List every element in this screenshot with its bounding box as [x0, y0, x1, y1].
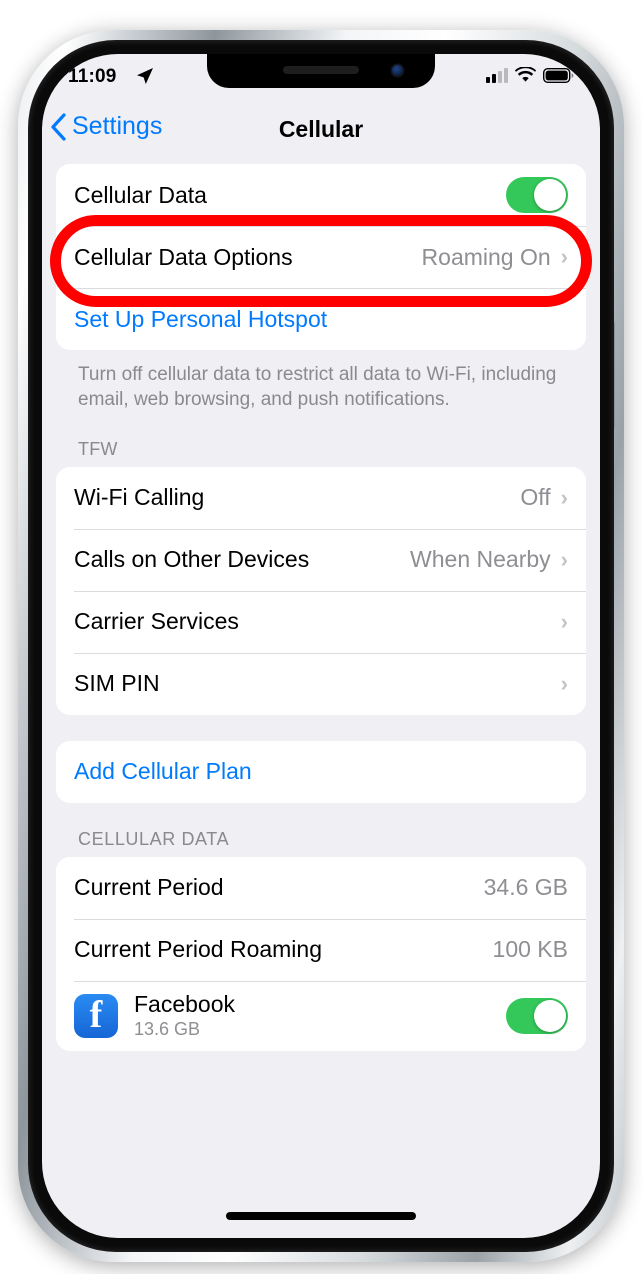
row-cellular-data-options-label: Cellular Data Options: [74, 243, 293, 270]
row-set-up-personal-hotspot[interactable]: Set Up Personal Hotspot: [56, 288, 586, 350]
row-add-cellular-plan-label: Add Cellular Plan: [74, 758, 252, 785]
row-current-period-value: 34.6 GB: [483, 874, 568, 901]
toggle-knob: [534, 999, 566, 1032]
row-current-period-roaming: Current Period Roaming 100 KB: [56, 918, 586, 981]
row-cellular-data-options[interactable]: Cellular Data Options Roaming On ›: [56, 226, 586, 288]
cellular-data-footer-note: Turn off cellular data to restrict all d…: [78, 364, 557, 411]
row-sim-pin-label: SIM PIN: [74, 670, 160, 697]
cellular-data-usage-card: Current Period 34.6 GB Current Period Ro…: [56, 856, 586, 1051]
row-wifi-calling-value: Off: [520, 484, 551, 511]
status-time: 11:09: [68, 66, 117, 87]
row-current-period-roaming-value: 100 KB: [492, 936, 568, 963]
app-size-facebook: 13.6 GB: [134, 1019, 201, 1040]
row-carrier-services-label: Carrier Services: [74, 608, 239, 635]
row-wifi-calling-label: Wi-Fi Calling: [74, 484, 205, 511]
section-header-cellular-data: CELLULAR DATA: [78, 828, 230, 849]
row-current-period-roaming-label: Current Period Roaming: [74, 936, 323, 963]
row-cellular-data-options-value: Roaming On: [421, 243, 551, 270]
row-calls-on-other-devices[interactable]: Calls on Other Devices When Nearby ›: [56, 528, 586, 591]
row-carrier-services[interactable]: Carrier Services ›: [56, 590, 586, 653]
cellular-signal-icon: [486, 67, 508, 83]
row-current-period: Current Period 34.6 GB: [56, 856, 586, 919]
row-cellular-data[interactable]: Cellular Data: [56, 164, 586, 226]
chevron-right-icon: ›: [560, 484, 568, 510]
row-app-facebook[interactable]: f Facebook 13.6 GB: [56, 980, 586, 1051]
row-current-period-label: Current Period: [74, 874, 224, 901]
iphone-device-frame: 11:09 Settings Cellular Cellular Data Ce…: [18, 30, 624, 1262]
facebook-cellular-toggle[interactable]: [506, 997, 568, 1034]
earpiece-speaker-icon: [283, 66, 359, 74]
carrier-card: Wi-Fi Calling Off › Calls on Other Devic…: [56, 466, 586, 715]
chevron-right-icon: ›: [560, 670, 568, 696]
toggle-knob: [534, 179, 566, 211]
row-wifi-calling[interactable]: Wi-Fi Calling Off ›: [56, 466, 586, 529]
add-plan-card: Add Cellular Plan: [56, 740, 586, 803]
row-cellular-data-label: Cellular Data: [74, 181, 207, 208]
row-calls-on-other-devices-value: When Nearby: [410, 546, 551, 573]
cellular-data-card: Cellular Data Cellular Data Options Roam…: [56, 164, 586, 350]
row-set-up-personal-hotspot-label: Set Up Personal Hotspot: [74, 305, 328, 332]
phone-screen: 11:09 Settings Cellular Cellular Data Ce…: [42, 54, 600, 1238]
chevron-right-icon: ›: [560, 608, 568, 634]
cellular-data-toggle[interactable]: [506, 177, 568, 213]
facebook-icon: f: [74, 993, 118, 1038]
section-header-tfw: TFW: [78, 438, 118, 459]
battery-full-icon: [542, 67, 574, 83]
device-bezel: 11:09 Settings Cellular Cellular Data Ce…: [28, 40, 614, 1252]
row-calls-on-other-devices-label: Calls on Other Devices: [74, 546, 310, 573]
display-notch: [207, 54, 435, 88]
home-indicator[interactable]: [226, 1212, 416, 1220]
row-sim-pin[interactable]: SIM PIN ›: [56, 652, 586, 715]
facebook-f-glyph: f: [89, 994, 103, 1037]
settings-list[interactable]: Cellular Data Cellular Data Options Roam…: [42, 164, 600, 1238]
chevron-right-icon: ›: [560, 244, 568, 269]
location-arrow-icon: [136, 67, 154, 90]
row-add-cellular-plan[interactable]: Add Cellular Plan: [56, 740, 586, 803]
wifi-icon: [515, 66, 536, 83]
front-camera-icon: [392, 65, 403, 76]
status-icons: [486, 66, 574, 83]
navigation-bar: Settings Cellular: [42, 106, 600, 158]
app-name-facebook: Facebook: [134, 991, 236, 1018]
chevron-right-icon: ›: [560, 546, 568, 572]
page-title: Cellular: [278, 116, 364, 142]
